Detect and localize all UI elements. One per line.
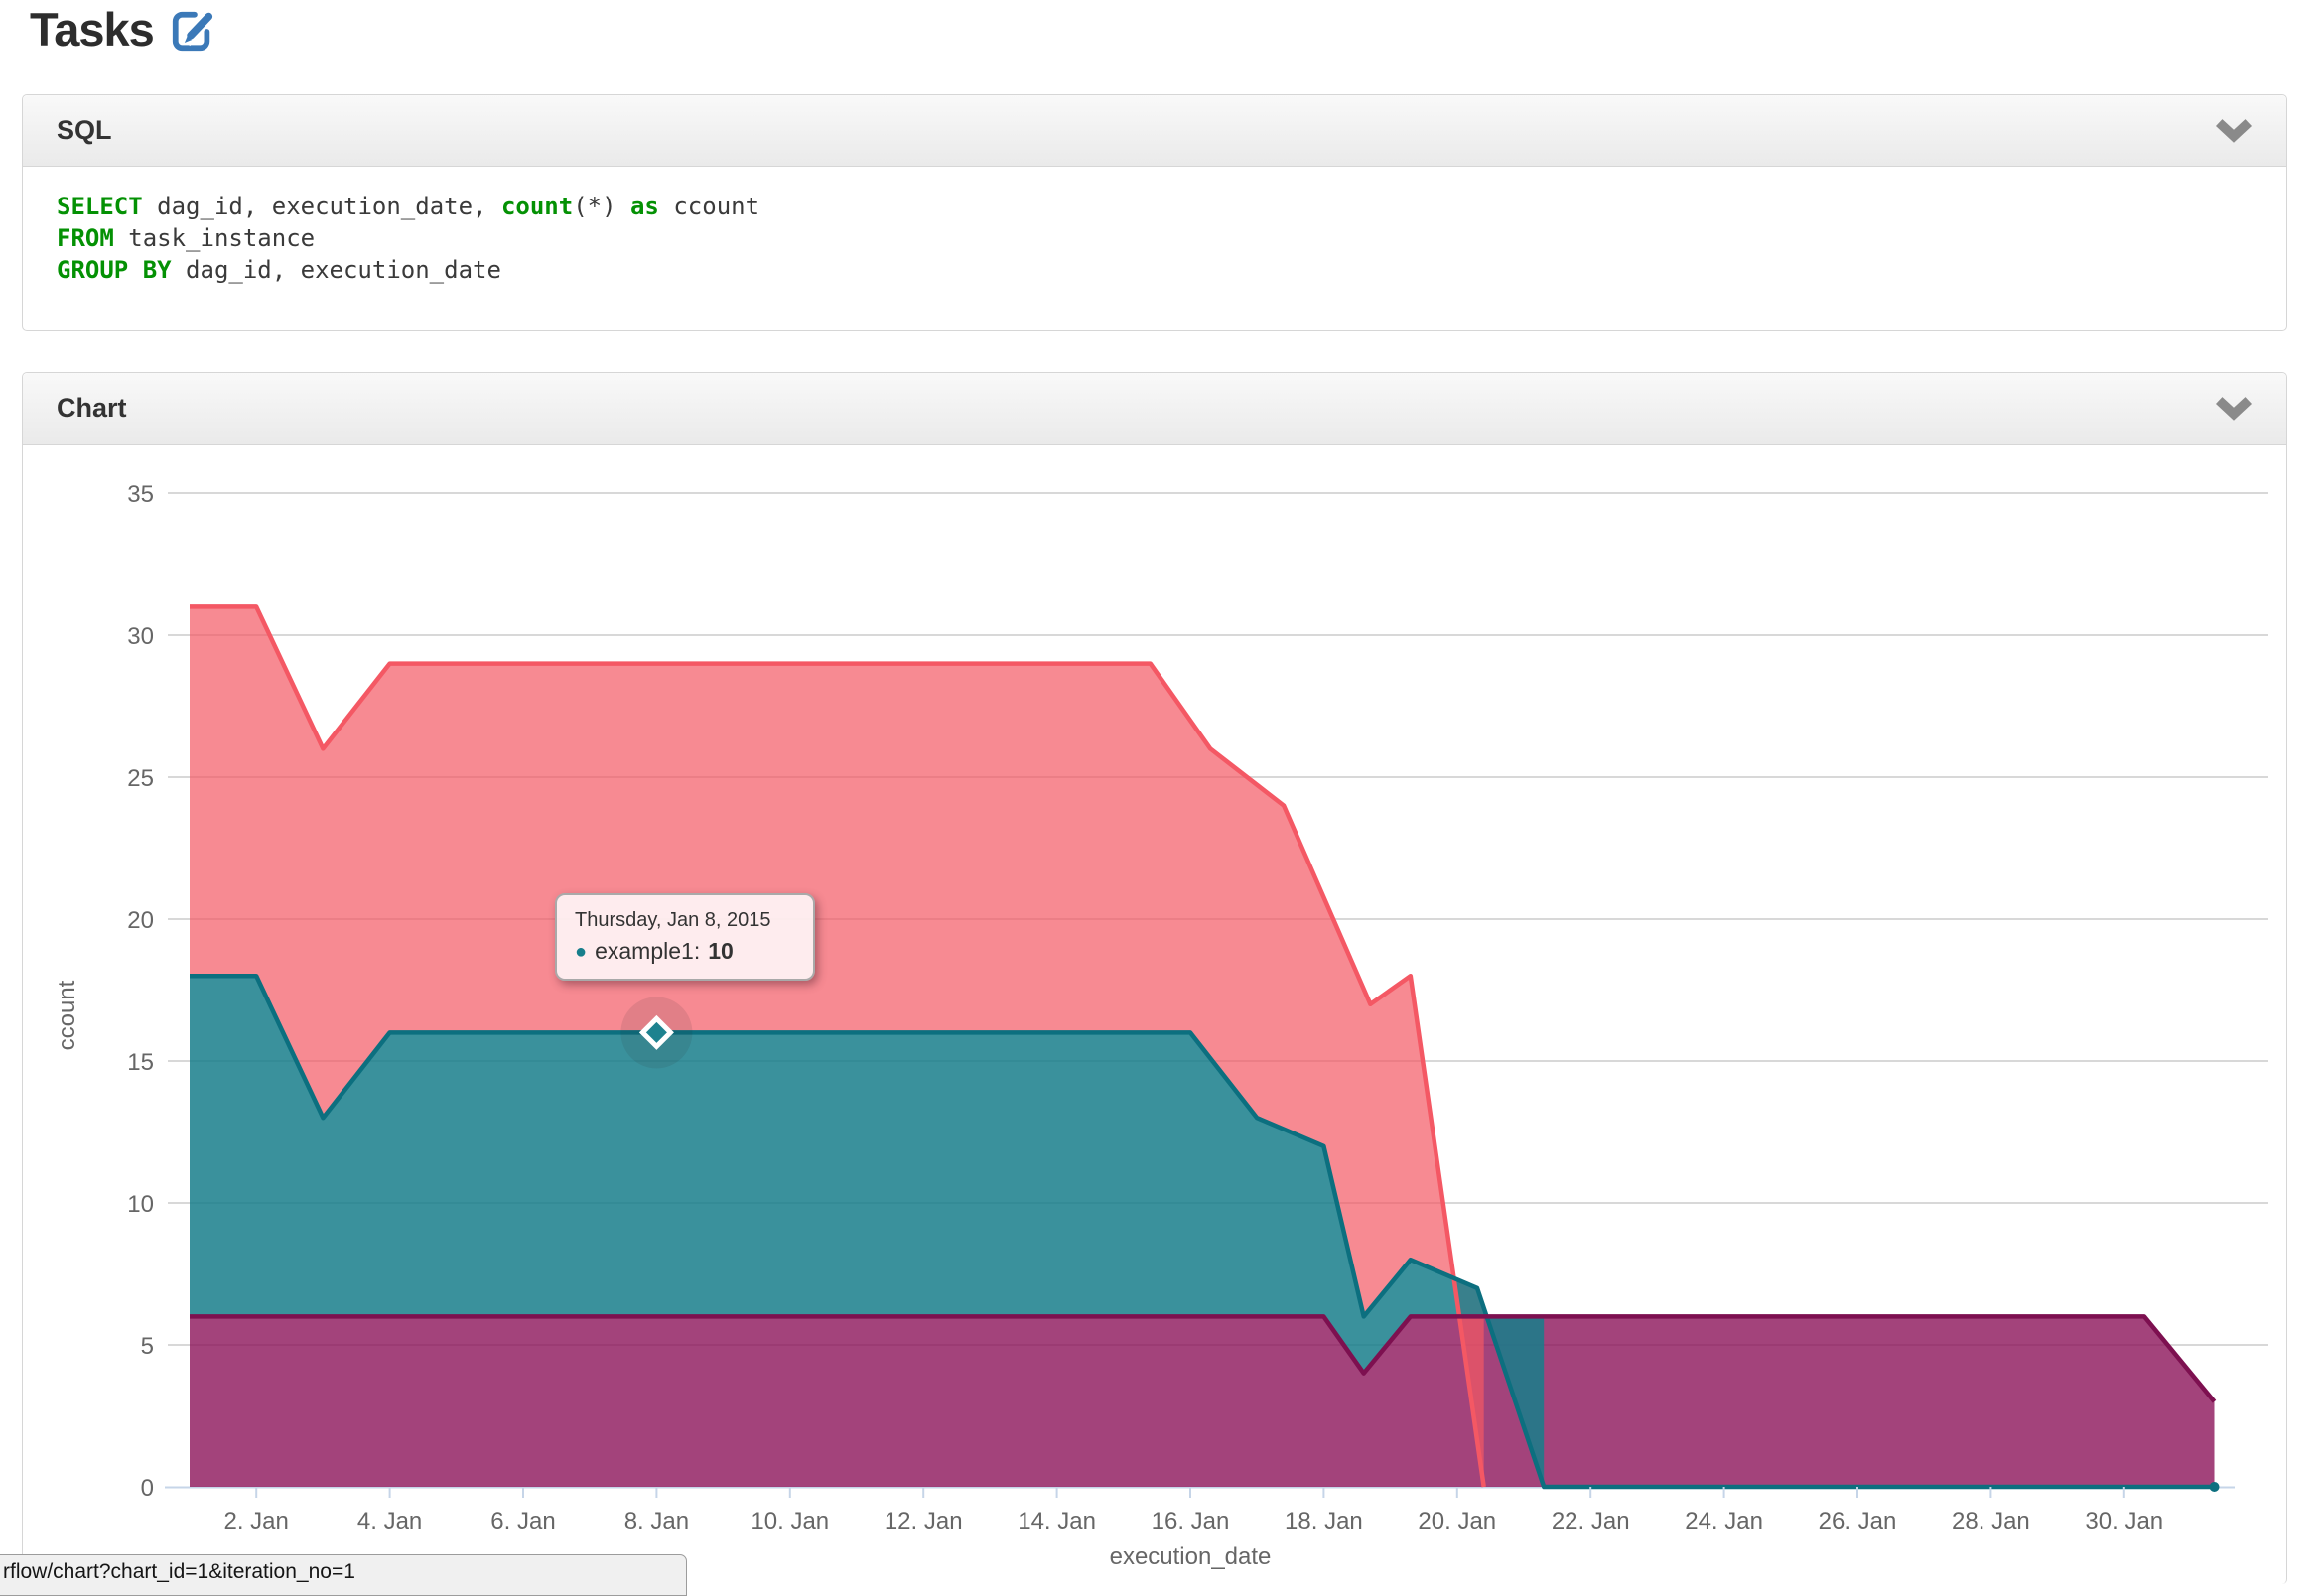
x-tick-label: 20. Jan xyxy=(1418,1508,1496,1534)
area-bottom-series-purple xyxy=(190,1316,2215,1487)
x-tick-label: 16. Jan xyxy=(1152,1508,1230,1534)
series-bullet-icon: ● xyxy=(575,942,587,962)
chart-collapse-button[interactable] xyxy=(2215,397,2253,421)
x-tick-label: 10. Jan xyxy=(751,1508,829,1534)
y-tick-label: 10 xyxy=(127,1191,154,1218)
y-tick-label: 5 xyxy=(141,1333,154,1360)
x-tick-label: 22. Jan xyxy=(1552,1508,1630,1534)
y-tick-label: 0 xyxy=(141,1475,154,1502)
chart-panel: Chart 2. Jan 4. Jan 6. Jan 8. Jan 10. Jan 12.… xyxy=(22,372,2287,1584)
y-tick-label: 15 xyxy=(127,1049,154,1076)
sql-code-block: SELECT dag_id, execution_date, count(*) … xyxy=(23,167,2286,286)
browser-status-bar: rflow/chart?chart_id=1&iteration_no=1 xyxy=(0,1554,687,1596)
x-tick-label: 18. Jan xyxy=(1285,1508,1363,1534)
y-tick-label: 30 xyxy=(127,623,154,650)
tooltip-series-label: example1: xyxy=(595,938,700,965)
chart-panel-header[interactable]: Chart xyxy=(23,373,2286,445)
chevron-down-icon xyxy=(2215,397,2253,421)
chart-panel-title: Chart xyxy=(57,393,127,424)
x-axis-title: execution_date xyxy=(1110,1543,1272,1570)
x-tick-label: 6. Jan xyxy=(490,1508,555,1534)
x-tick-label: 14. Jan xyxy=(1018,1508,1096,1534)
sql-panel-header[interactable]: SQL xyxy=(23,95,2286,167)
chart-area: 2. Jan 4. Jan 6. Jan 8. Jan 10. Jan 12. Jan 14… xyxy=(23,445,2286,1574)
y-tick-label: 25 xyxy=(127,765,154,792)
page-header: Tasks xyxy=(30,2,215,57)
y-tick-label: 35 xyxy=(127,481,154,508)
sql-code: SELECT dag_id, execution_date, count(*) … xyxy=(57,191,2253,286)
y-tick-label: 20 xyxy=(127,907,154,934)
tooltip-value: 10 xyxy=(708,938,734,965)
status-bar-url: rflow/chart?chart_id=1&iteration_no=1 xyxy=(0,1555,686,1584)
page-title: Tasks xyxy=(30,2,154,57)
stacked-area-chart[interactable]: 2. Jan 4. Jan 6. Jan 8. Jan 10. Jan 12. Jan 14… xyxy=(23,445,2286,1574)
x-tick-label: 30. Jan xyxy=(2085,1508,2163,1534)
x-tick-label: 28. Jan xyxy=(1952,1508,2030,1534)
x-tick-label: 12. Jan xyxy=(885,1508,963,1534)
chevron-down-icon xyxy=(2215,119,2253,143)
series-end-dot xyxy=(2210,1482,2220,1492)
x-tick-label: 26. Jan xyxy=(1819,1508,1897,1534)
sql-collapse-button[interactable] xyxy=(2215,119,2253,143)
tooltip-date: Thursday, Jan 8, 2015 xyxy=(575,909,791,932)
x-tick-label: 4. Jan xyxy=(357,1508,422,1534)
x-tick-label: 24. Jan xyxy=(1685,1508,1763,1534)
edit-icon[interactable] xyxy=(170,8,215,54)
chart-tooltip: Thursday, Jan 8, 2015 ● example1: 10 xyxy=(555,893,815,981)
x-tick-label: 8. Jan xyxy=(624,1508,689,1534)
x-tick-label: 2. Jan xyxy=(224,1508,289,1534)
sql-panel: SQL SELECT dag_id, execution_date, count… xyxy=(22,94,2287,331)
sql-panel-title: SQL xyxy=(57,115,112,146)
y-axis-title: ccount xyxy=(54,980,80,1050)
